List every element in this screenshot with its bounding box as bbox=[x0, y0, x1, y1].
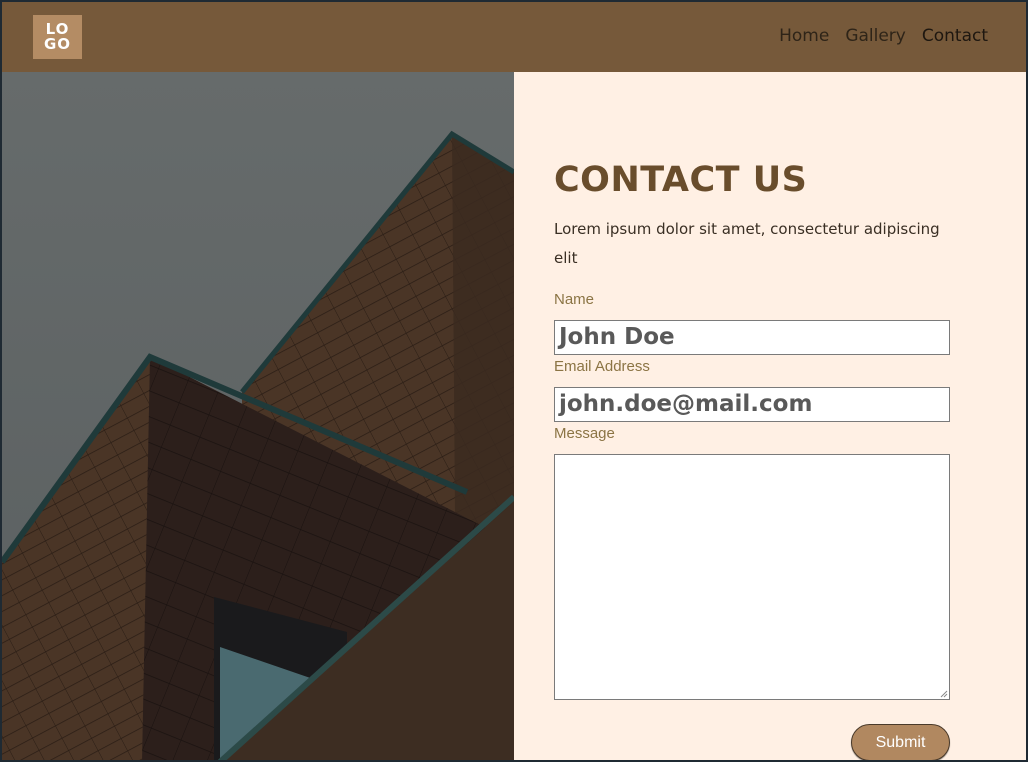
page-frame: LO GO Home Gallery Contact CONTACT US Lo… bbox=[0, 0, 1028, 762]
name-field[interactable]: John Doe bbox=[554, 320, 950, 355]
logo-line-2: GO bbox=[43, 35, 72, 53]
building-illustration bbox=[2, 72, 514, 760]
message-textarea[interactable] bbox=[554, 454, 950, 700]
submit-button[interactable]: Submit bbox=[851, 724, 950, 760]
nav-link-gallery[interactable]: Gallery bbox=[845, 26, 906, 46]
email-label: Email Address bbox=[554, 358, 650, 375]
nav-link-contact[interactable]: Contact bbox=[922, 26, 988, 46]
site-header: LO GO Home Gallery Contact bbox=[2, 2, 1026, 72]
page-title: CONTACT US bbox=[554, 160, 808, 200]
hero-building-image bbox=[2, 72, 514, 760]
message-label: Message bbox=[554, 425, 615, 442]
email-field[interactable]: john.doe@mail.com bbox=[554, 387, 950, 422]
resize-grip-icon[interactable] bbox=[940, 690, 948, 698]
logo[interactable]: LO GO bbox=[33, 15, 82, 59]
main-nav: Home Gallery Contact bbox=[779, 26, 988, 46]
name-label: Name bbox=[554, 291, 595, 308]
nav-link-home[interactable]: Home bbox=[779, 26, 829, 46]
contact-panel: CONTACT US Lorem ipsum dolor sit amet, c… bbox=[514, 72, 1026, 760]
intro-text: Lorem ipsum dolor sit amet, consectetur … bbox=[554, 220, 940, 267]
